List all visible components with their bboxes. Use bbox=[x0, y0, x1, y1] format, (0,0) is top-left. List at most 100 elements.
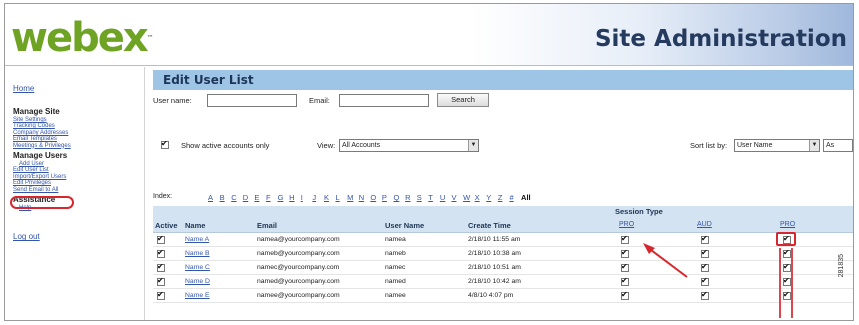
sidebar-item-help[interactable]: Help bbox=[13, 205, 144, 211]
pro-checkbox[interactable] bbox=[621, 276, 629, 286]
column-header-pro-2[interactable]: PRO bbox=[780, 221, 795, 228]
show-active-label: Show active accounts only bbox=[181, 141, 270, 150]
column-header-aud[interactable]: AUD bbox=[697, 221, 712, 228]
page-title: Edit User List bbox=[163, 73, 254, 87]
table-row: Name C namec@yourcompany.com namec 2/18/10 … bbox=[153, 261, 853, 275]
index-letter[interactable]: # bbox=[509, 193, 521, 202]
index-letter[interactable]: Z bbox=[498, 193, 510, 202]
index-letter[interactable]: P bbox=[382, 193, 394, 202]
index-letter[interactable]: J bbox=[312, 193, 324, 202]
user-name-input[interactable] bbox=[207, 94, 297, 107]
search-button[interactable]: Search bbox=[437, 93, 489, 107]
user-name-label: User name: bbox=[153, 96, 192, 105]
user-name-link[interactable]: Name B bbox=[185, 250, 210, 257]
sort-select[interactable]: User Name ▼ bbox=[734, 139, 820, 152]
index-letter[interactable]: C bbox=[231, 193, 243, 202]
index-letter[interactable]: U bbox=[440, 193, 452, 202]
user-login: namec bbox=[385, 264, 406, 271]
user-table: Session Type Active Name Email User Name… bbox=[153, 206, 853, 318]
index-letter[interactable]: W bbox=[463, 193, 475, 202]
column-header-pro-1[interactable]: PRO bbox=[619, 221, 634, 228]
user-email: named@yourcompany.com bbox=[257, 278, 340, 285]
sidebar-item-send-email[interactable]: Send Email to All bbox=[13, 187, 144, 193]
user-email: nameb@yourcompany.com bbox=[257, 250, 340, 257]
aud-checkbox[interactable] bbox=[701, 290, 709, 300]
table-row: Name E namee@yourcompany.com namee 4/8/10 4… bbox=[153, 289, 853, 303]
index-letter[interactable]: O bbox=[370, 193, 382, 202]
index-letter[interactable]: A bbox=[208, 193, 220, 202]
sidebar-heading-manage-users: Manage Users bbox=[13, 151, 68, 161]
pro-2-checkbox[interactable] bbox=[783, 234, 791, 244]
index-bar: Index: A B C D E F G H I J K L M N O P Q R S T U V W X Y Z # All bbox=[153, 193, 853, 205]
pro-checkbox[interactable] bbox=[621, 234, 629, 244]
user-login: namea bbox=[385, 236, 406, 243]
sidebar-logout-link[interactable]: Log out bbox=[13, 233, 144, 241]
user-email: namec@yourcompany.com bbox=[257, 264, 340, 271]
sort-order-select[interactable]: As bbox=[823, 139, 853, 152]
table-body: Name A namea@yourcompany.com namea 2/18/10 … bbox=[153, 233, 853, 303]
index-letter[interactable]: H bbox=[289, 193, 301, 202]
column-header-email[interactable]: Email bbox=[257, 221, 277, 230]
active-checkbox[interactable] bbox=[157, 290, 165, 300]
index-all-link[interactable]: All bbox=[521, 193, 535, 202]
table-row: Name D named@yourcompany.com named 2/18/10 … bbox=[153, 275, 853, 289]
user-login: nameb bbox=[385, 250, 406, 257]
active-checkbox[interactable] bbox=[157, 276, 165, 286]
email-label: Email: bbox=[309, 96, 330, 105]
aud-checkbox[interactable] bbox=[701, 262, 709, 272]
column-header-active[interactable]: Active bbox=[155, 221, 178, 230]
email-input[interactable] bbox=[339, 94, 429, 107]
index-letter[interactable]: K bbox=[324, 193, 336, 202]
user-name-link[interactable]: Name E bbox=[185, 292, 210, 299]
index-letter[interactable]: S bbox=[417, 193, 429, 202]
index-letter[interactable]: M bbox=[347, 193, 359, 202]
index-letter[interactable]: F bbox=[266, 193, 278, 202]
sidebar: Home Manage Site Site Settings Tracking … bbox=[5, 67, 145, 320]
pro-checkbox[interactable] bbox=[621, 262, 629, 272]
view-label: View: bbox=[317, 141, 336, 150]
column-header-name[interactable]: Name bbox=[185, 221, 205, 230]
user-name-link[interactable]: Name A bbox=[185, 236, 209, 243]
index-letter[interactable]: T bbox=[428, 193, 440, 202]
site-title: Site Administration bbox=[594, 26, 847, 52]
index-letter[interactable]: B bbox=[220, 193, 232, 202]
index-letter[interactable]: Q bbox=[394, 193, 406, 202]
pro-2-checkbox[interactable] bbox=[783, 262, 791, 272]
index-letter[interactable]: I bbox=[301, 193, 313, 202]
aud-checkbox[interactable] bbox=[701, 234, 709, 244]
chevron-down-icon: ▼ bbox=[468, 140, 478, 151]
create-time: 4/8/10 4:07 pm bbox=[468, 292, 514, 299]
active-checkbox[interactable] bbox=[157, 248, 165, 258]
index-label: Index: bbox=[153, 193, 173, 200]
index-letter[interactable]: V bbox=[451, 193, 463, 202]
pro-checkbox[interactable] bbox=[621, 248, 629, 258]
index-letter[interactable]: D bbox=[243, 193, 255, 202]
column-header-create-time[interactable]: Create Time bbox=[468, 221, 511, 230]
aud-checkbox[interactable] bbox=[701, 276, 709, 286]
index-letter[interactable]: R bbox=[405, 193, 417, 202]
table-row: Name A namea@yourcompany.com namea 2/18/10 … bbox=[153, 233, 853, 247]
index-letter[interactable]: G bbox=[278, 193, 290, 202]
show-active-checkbox[interactable] bbox=[161, 139, 169, 149]
sort-label: Sort list by: bbox=[690, 141, 728, 150]
pro-2-checkbox[interactable] bbox=[783, 248, 791, 258]
user-name-link[interactable]: Name D bbox=[185, 278, 210, 285]
index-letter[interactable]: L bbox=[336, 193, 348, 202]
view-select[interactable]: All Accounts ▼ bbox=[339, 139, 479, 152]
pro-2-checkbox[interactable] bbox=[783, 276, 791, 286]
user-name-link[interactable]: Name C bbox=[185, 264, 210, 271]
pro-checkbox[interactable] bbox=[621, 290, 629, 300]
aud-checkbox[interactable] bbox=[701, 248, 709, 258]
active-checkbox[interactable] bbox=[157, 234, 165, 244]
index-letter[interactable]: Y bbox=[486, 193, 498, 202]
index-letter[interactable]: E bbox=[254, 193, 266, 202]
pro-2-checkbox[interactable] bbox=[783, 290, 791, 300]
active-checkbox[interactable] bbox=[157, 262, 165, 272]
index-letters: A B C D E F G H I J K L M N O P Q R S T U V W X Y Z # All bbox=[208, 193, 535, 202]
sidebar-home-link[interactable]: Home bbox=[13, 85, 144, 93]
title-bar: Edit User List bbox=[153, 70, 853, 90]
index-letter[interactable]: N bbox=[359, 193, 371, 202]
sidebar-item-meetings-privileges[interactable]: Meetings & Privileges bbox=[13, 143, 144, 149]
index-letter[interactable]: X bbox=[475, 193, 487, 202]
column-header-user-name[interactable]: User Name bbox=[385, 221, 424, 230]
